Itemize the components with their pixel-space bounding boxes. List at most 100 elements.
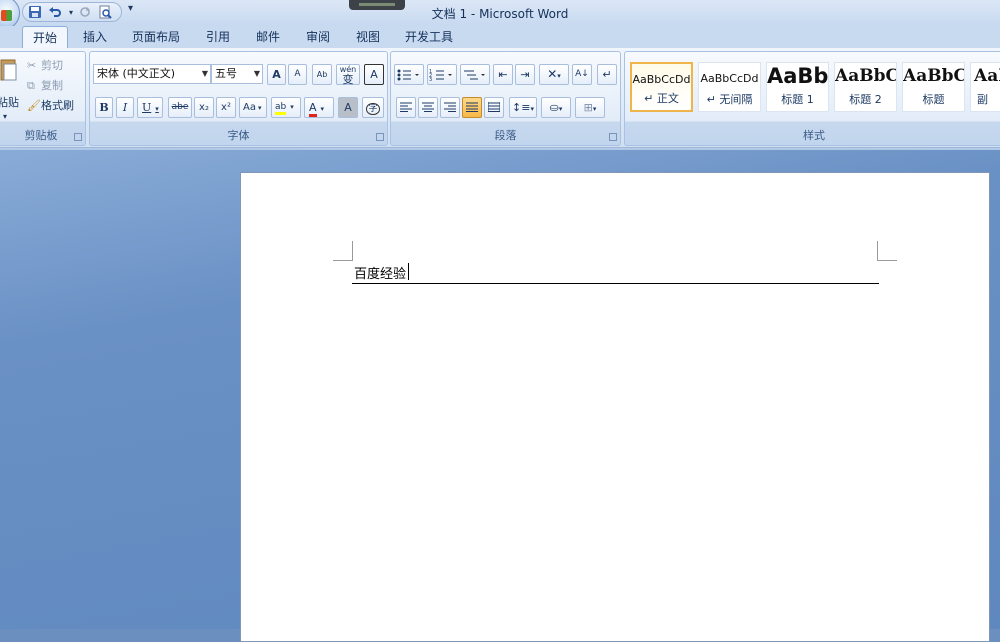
distribute-icon: [487, 102, 501, 112]
phonetic-guide-button[interactable]: wén 变: [336, 64, 360, 85]
style-name: ↵ 无间隔: [706, 93, 753, 106]
style-name: 标题 1: [781, 93, 814, 106]
char-border-button[interactable]: A: [364, 64, 384, 85]
italic-button[interactable]: I: [116, 97, 134, 118]
tab-page-layout[interactable]: 页面布局: [126, 26, 186, 48]
paste-button[interactable]: 粘贴 ▾: [0, 56, 19, 126]
decrease-indent-icon: ⇤: [498, 68, 508, 81]
style-name: ↵ 正文: [644, 92, 679, 105]
style-title[interactable]: AaBbC 标题: [902, 62, 965, 112]
show-marks-button[interactable]: ↵: [597, 64, 617, 85]
watermark-logo-right: du: [850, 535, 899, 575]
styles-group: AaBbCcDd ↵ 正文 AaBbCcDd ↵ 无间隔 AaBb 标题 1 A…: [624, 51, 1000, 146]
pilcrow-icon: ↵: [602, 68, 612, 81]
paragraph-launcher-icon[interactable]: [609, 133, 617, 141]
subscript-button[interactable]: x₂: [194, 97, 214, 118]
tab-references[interactable]: 引用: [198, 26, 238, 48]
watermark-cn: 经验: [895, 548, 948, 578]
numbered-list-icon: 123: [429, 69, 452, 83]
char-shading-button[interactable]: A: [338, 97, 358, 118]
chevron-down-icon: ▾: [530, 105, 534, 113]
enclose-char-button[interactable]: 字: [362, 97, 384, 118]
superscript-button[interactable]: x²: [216, 97, 236, 118]
multilevel-list-icon: [464, 70, 485, 80]
paint-bucket-icon: ⛀: [549, 101, 559, 114]
style-normal[interactable]: AaBbCcDd ↵ 正文: [630, 62, 693, 112]
style-name: 副: [977, 93, 988, 106]
style-sample: AaBbC: [835, 66, 897, 86]
borders-button[interactable]: ⊞▾: [575, 97, 605, 118]
shrink-font-button[interactable]: A: [288, 64, 307, 85]
decrease-indent-button[interactable]: ⇤: [493, 64, 513, 85]
title-bar: ▾ ▾ 文档 1 - Microsoft Word: [0, 0, 1000, 30]
ribbon: 粘贴 ▾ ✂ 剪切 ⧉ 复制 🖌 格式刷 剪贴板 宋体 (中文正文) ▼ 五号 ▼ …: [0, 48, 1000, 148]
paw-icon: ❁: [825, 520, 854, 560]
enclose-char-label: 字: [366, 103, 380, 115]
multilevel-list-button[interactable]: [460, 64, 490, 85]
underline-button[interactable]: U ▾: [137, 97, 163, 118]
style-no-spacing[interactable]: AaBbCcDd ↵ 无间隔: [698, 62, 761, 112]
grow-font-button[interactable]: A: [267, 64, 286, 85]
style-name: 标题 2: [849, 93, 882, 106]
chevron-down-icon: ▾: [155, 105, 159, 113]
tab-insert[interactable]: 插入: [74, 26, 116, 48]
scissors-icon: ✂: [27, 59, 37, 72]
paragraph-group: 123 ⇤ ⇥ ✕▾ A↓ ↵ ↕≡▾ ⛀▾ ⊞▾ 段落: [390, 51, 621, 146]
numbering-button[interactable]: 123: [427, 64, 457, 85]
font-family-select[interactable]: 宋体 (中文正文) ▼: [93, 64, 211, 84]
sort-icon: A↓: [575, 69, 589, 79]
tab-view[interactable]: 视图: [348, 26, 388, 48]
paste-dropdown-icon: ▾: [3, 112, 8, 121]
watermark-url: jingyan.baidu.com: [768, 582, 915, 600]
document-text[interactable]: 百度经验: [354, 263, 406, 282]
align-center-button[interactable]: [418, 97, 438, 118]
cut-label: 剪切: [41, 59, 63, 72]
paragraph-group-label: 段落: [494, 129, 517, 142]
font-launcher-icon[interactable]: [376, 133, 384, 141]
increase-indent-button[interactable]: ⇥: [515, 64, 535, 85]
line-spacing-icon: ↕≡: [512, 101, 531, 114]
align-left-icon: [400, 102, 412, 112]
chevron-down-icon: ▾: [290, 103, 294, 111]
chinese-layout-icon: ✕: [547, 67, 558, 81]
format-painter-button[interactable]: 🖌 格式刷: [27, 97, 83, 115]
copy-label: 复制: [41, 79, 63, 92]
highlight-label: ab: [275, 102, 287, 115]
bold-button[interactable]: B: [95, 97, 113, 118]
style-subtitle[interactable]: AaI 副: [970, 62, 1000, 112]
justify-button[interactable]: [462, 97, 482, 118]
chinese-layout-button[interactable]: ✕▾: [539, 64, 569, 85]
tab-developer[interactable]: 开发工具: [398, 26, 460, 48]
svg-text:3: 3: [429, 77, 432, 82]
text-cursor: [408, 263, 409, 280]
line-spacing-button[interactable]: ↕≡▾: [509, 97, 537, 118]
tab-mailings[interactable]: 邮件: [248, 26, 288, 48]
borders-icon: ⊞: [583, 101, 593, 114]
font-size-select[interactable]: 五号 ▼: [211, 64, 263, 84]
font-color-button[interactable]: A ▾: [304, 97, 334, 118]
style-heading-2[interactable]: AaBbC 标题 2: [834, 62, 897, 112]
clear-format-button[interactable]: Ab: [312, 64, 332, 85]
strikethrough-button[interactable]: abe: [168, 97, 192, 118]
highlight-button[interactable]: ab ▾: [271, 97, 301, 118]
align-left-button[interactable]: [396, 97, 416, 118]
paragraph-border-line: [352, 283, 879, 284]
paste-icon: [0, 59, 17, 81]
chevron-down-icon: ▾: [558, 105, 563, 113]
tab-home[interactable]: 开始: [22, 26, 68, 48]
style-name: 标题: [922, 93, 945, 106]
shading-button[interactable]: ⛀▾: [541, 97, 571, 118]
cut-button[interactable]: ✂ 剪切: [27, 57, 77, 75]
style-heading-1[interactable]: AaBb 标题 1: [766, 62, 829, 112]
tab-review[interactable]: 审阅: [298, 26, 338, 48]
style-sample: AaBbCcDd: [700, 72, 759, 85]
sort-button[interactable]: A↓: [572, 64, 592, 85]
chevron-down-icon: ▾: [557, 72, 561, 80]
chevron-down-icon: ▾: [320, 105, 325, 113]
clipboard-launcher-icon[interactable]: [74, 133, 82, 141]
copy-button[interactable]: ⧉ 复制: [27, 77, 77, 95]
change-case-button[interactable]: Aa ▾: [239, 97, 267, 118]
align-right-button[interactable]: [440, 97, 460, 118]
distribute-button[interactable]: [484, 97, 504, 118]
bullets-button[interactable]: [394, 64, 424, 85]
